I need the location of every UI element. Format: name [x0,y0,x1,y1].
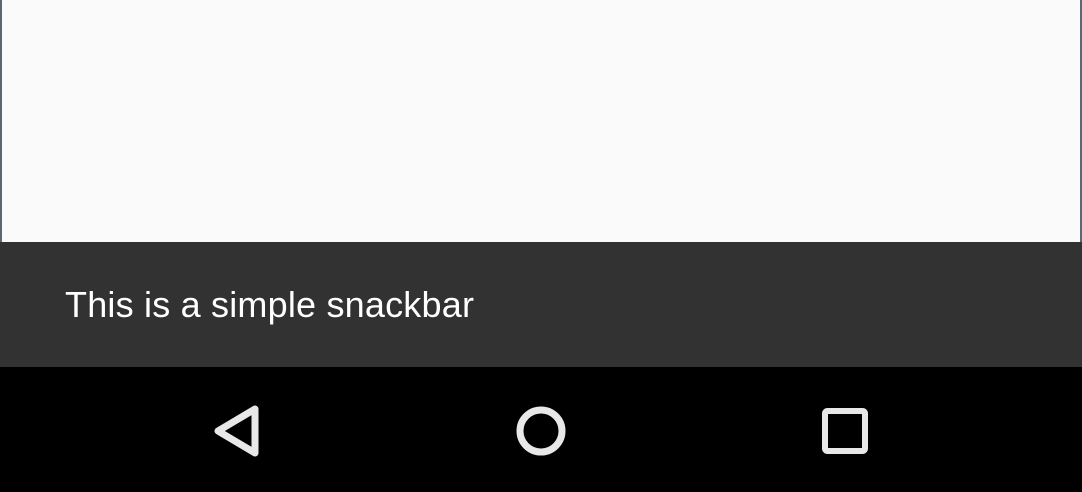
recents-button[interactable] [805,391,885,471]
back-icon [214,405,259,457]
home-button[interactable] [501,391,581,471]
app-content-area [0,0,1082,242]
navigation-bar [0,367,1082,492]
back-button[interactable] [198,391,278,471]
snackbar: This is a simple snackbar [0,242,1082,367]
snackbar-message: This is a simple snackbar [65,283,475,325]
recents-icon [822,408,868,454]
home-icon [516,406,566,456]
android-screen: This is a simple snackbar [0,0,1082,492]
